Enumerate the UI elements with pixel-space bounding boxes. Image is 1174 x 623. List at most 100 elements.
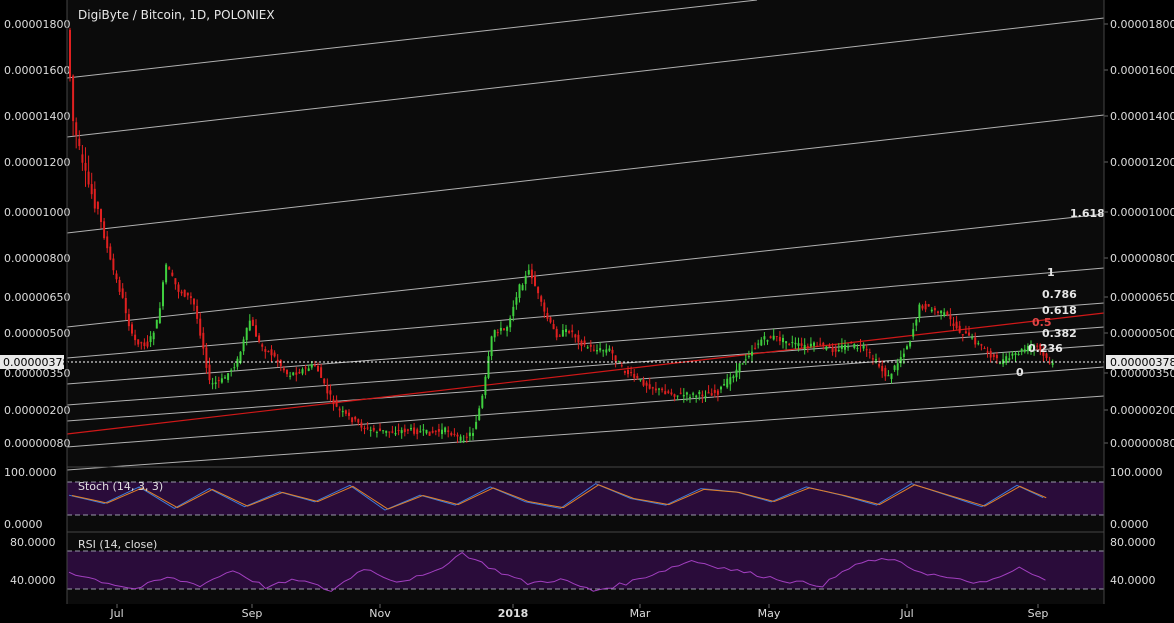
candle-body [351, 417, 354, 423]
price-tick-left: 0.00000200 [4, 404, 70, 417]
candle-body [366, 427, 369, 429]
price-tick-right: 0.00000500 [1110, 327, 1174, 340]
candle-body [230, 369, 233, 372]
candle-body [716, 390, 719, 395]
candle-body [868, 351, 871, 354]
candle-body [382, 430, 385, 432]
candle-body [465, 436, 468, 438]
candle-body [540, 296, 543, 302]
fib-label: 0.236 [1028, 342, 1063, 355]
candle-body [152, 332, 155, 340]
candle-body [298, 371, 301, 374]
candle-body [636, 375, 639, 379]
time-tick: Nov [369, 607, 391, 620]
price-tick-left: 0.00001000 [4, 206, 70, 219]
candle-body [295, 372, 298, 375]
candle-body [682, 394, 685, 397]
candle-body [456, 434, 459, 437]
candle-body [568, 330, 571, 333]
candle-body [676, 395, 679, 397]
candle-body [245, 327, 248, 340]
candle-body [751, 351, 753, 356]
candle-body [183, 289, 186, 297]
stoch-tick-top-right: 100.0000 [1110, 466, 1163, 479]
candle-body [930, 309, 933, 312]
candle-body [760, 339, 763, 346]
candle-body [149, 336, 152, 343]
candle-body [131, 324, 133, 334]
rsi-tick-80-left: 80.0000 [10, 536, 56, 549]
candle-body [1017, 354, 1020, 356]
price-tick-left: 0.00001400 [4, 110, 70, 123]
candle-body [720, 386, 722, 390]
candle-body [707, 392, 710, 394]
candle-body [320, 367, 323, 378]
candle-body [788, 343, 791, 345]
price-chart[interactable]: 0.00001800 0.00001600 0.00001400 0.00001200… [0, 0, 1174, 623]
candle-body [251, 319, 254, 326]
candle-body [878, 363, 881, 367]
candle-body [437, 428, 440, 432]
candle-body [109, 246, 112, 260]
candle-body [772, 335, 775, 340]
candle-body [1023, 349, 1026, 352]
candle-body [75, 122, 78, 136]
candle-body [258, 335, 261, 342]
candle-body [813, 342, 815, 346]
candle-body [949, 314, 952, 320]
candle-body [831, 346, 834, 353]
candle-body [871, 358, 874, 360]
candle-body [884, 367, 887, 377]
candle-body [673, 394, 676, 397]
candle-body [704, 396, 707, 398]
candle-body [162, 282, 164, 307]
candle-body [307, 368, 310, 371]
candle-body [865, 349, 868, 351]
candle-body [723, 384, 726, 386]
candle-body [487, 356, 490, 378]
candle-body [958, 325, 961, 333]
price-tick-right: 0.00001200 [1110, 156, 1174, 169]
candle-body [592, 349, 595, 351]
candle-body [242, 339, 245, 352]
candle-body [90, 184, 93, 195]
candle-body [602, 350, 605, 352]
candle-body [915, 319, 918, 326]
time-tick: Jul [899, 607, 913, 620]
rsi-tick-80-right: 80.0000 [1110, 536, 1156, 549]
price-tick-right: 0.00000200 [1110, 404, 1174, 417]
candle-body [261, 344, 264, 347]
price-tick-right: 0.00001400 [1110, 110, 1174, 123]
time-tick: Jul [109, 607, 123, 620]
candle-body [664, 391, 667, 395]
candle-body [964, 331, 967, 334]
candle-body [478, 408, 481, 420]
candle-body [158, 308, 161, 323]
candle-body [695, 395, 698, 398]
candle-body [369, 429, 372, 431]
price-tick-right: 0.00001600 [1110, 64, 1174, 77]
candle-body [1014, 353, 1017, 356]
candle-body [726, 378, 729, 388]
candle-body [980, 344, 983, 346]
candle-body [713, 389, 716, 393]
candle-body [670, 392, 673, 395]
price-tick-left: 0.00000080 [4, 437, 70, 450]
candle-body [317, 365, 319, 372]
candle-body [205, 347, 208, 368]
candle-body [766, 340, 769, 342]
candle-body [710, 393, 713, 396]
candle-body [233, 367, 236, 369]
candle-body [800, 343, 803, 346]
candle-body [391, 431, 394, 433]
candle-body [410, 428, 412, 430]
candle-body [236, 358, 239, 367]
candle-body [493, 330, 496, 338]
candle-body [927, 304, 930, 307]
candle-body [93, 188, 96, 209]
candle-body [388, 431, 391, 433]
candle-body [506, 326, 509, 331]
candle-body [403, 428, 406, 433]
candle-body [177, 284, 180, 292]
candle-body [937, 311, 939, 313]
